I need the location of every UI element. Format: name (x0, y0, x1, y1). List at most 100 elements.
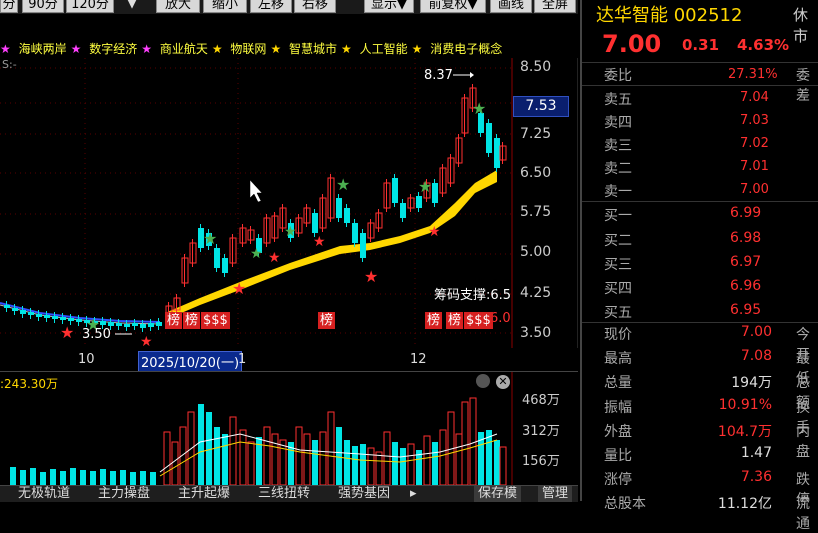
candlestick-chart[interactable]: ★ ★ ★ ★ ★ ★ ★ ★ ★ ★ ★ ★ ★ ★ (0, 58, 578, 348)
tab-manage[interactable]: 管理 (538, 486, 573, 502)
concept-tag[interactable]: 智慧城市 (289, 42, 337, 56)
volume-bar (120, 470, 126, 485)
volume-bar (206, 412, 212, 485)
volume-bar (439, 429, 447, 485)
tab-qiangshi[interactable]: 强势基因 (338, 486, 390, 502)
volume-bar (70, 468, 76, 485)
candle (416, 196, 422, 208)
bang-badge[interactable]: 榜 (446, 312, 464, 329)
bang-label: 榜 (427, 313, 441, 328)
volume-bar (279, 439, 287, 485)
sell-level-label: 卖二 (604, 161, 632, 177)
price-change-pct: 4.63% (737, 36, 790, 54)
buy-level-price[interactable]: 6.95 (730, 302, 761, 318)
candle (352, 223, 358, 243)
buy-level-price[interactable]: 6.98 (730, 230, 761, 246)
sell-level-price[interactable]: 7.02 (740, 136, 769, 151)
dollar-badge[interactable]: $$$ (201, 312, 230, 329)
concept-tag[interactable]: 数字经济 (89, 42, 137, 56)
bang-badge[interactable]: 榜 (318, 312, 336, 329)
date-axis-label: 10 (78, 352, 95, 367)
price-change: 0.31 (682, 36, 720, 54)
zoom-out-button[interactable]: 缩小 (203, 0, 247, 13)
red-star-icon: ★ (140, 334, 153, 348)
bang-badge[interactable]: 榜 (425, 312, 443, 329)
volume-bar (40, 472, 46, 485)
bang-badge[interactable]: 榜 (183, 312, 201, 329)
buy-level-price[interactable]: 6.99 (730, 205, 761, 221)
volume-bar (494, 440, 500, 485)
stat-label-right: 内盘 (796, 424, 810, 460)
sell-level-price[interactable]: 7.04 (740, 90, 769, 105)
buy-level-label: 买三 (604, 257, 632, 273)
move-left-button[interactable]: 左移 (250, 0, 292, 13)
candle (44, 315, 50, 318)
bang-badge[interactable]: 榜 (165, 312, 183, 329)
concept-tag[interactable]: 物联网 (230, 42, 266, 56)
period-90min-button[interactable]: 90分 (22, 0, 64, 13)
fullscreen-button[interactable]: 全屏 (534, 0, 576, 13)
buy-level-price[interactable]: 6.97 (730, 254, 761, 270)
indicator-tabs: 无极轨道 主力操盘 主升起爆 三线扭转 强势基因 ▸ 保存模 管理 (0, 485, 578, 502)
tab-zhuli[interactable]: 主力操盘 (98, 486, 150, 502)
concept-tag[interactable]: 人工智能 (360, 42, 408, 56)
star-icon: ★ (341, 42, 352, 56)
volume-bar (461, 401, 469, 485)
display-dropdown-button[interactable]: 显示▼ (364, 0, 414, 13)
buy-level-price[interactable]: 6.96 (730, 278, 761, 294)
volume-bar (295, 426, 303, 485)
stat-value: 1.47 (740, 445, 772, 461)
sell-level-label: 卖四 (604, 115, 632, 131)
stat-label: 总股本 (604, 496, 646, 512)
red-star-icon: ★ (60, 323, 74, 342)
buy-level-label: 买一 (604, 208, 632, 224)
volume-chart[interactable] (0, 372, 578, 485)
sell-level-price[interactable]: 7.00 (740, 182, 769, 197)
candle (52, 316, 58, 319)
volume-bar (423, 435, 431, 485)
volume-bar (140, 471, 146, 485)
green-star-icon: ★ (418, 177, 432, 196)
candle (336, 198, 342, 218)
sell-level-price[interactable]: 7.03 (740, 113, 769, 128)
period-dropdown-icon[interactable]: ▼ (118, 0, 146, 13)
tab-more-icon[interactable]: ▸ (410, 486, 417, 502)
tab-wuji[interactable]: 无极轨道 (18, 486, 70, 502)
tab-sanxian[interactable]: 三线扭转 (258, 486, 310, 502)
bang-label: 榜 (185, 313, 199, 328)
stat-label: 总量 (604, 375, 632, 391)
candle (28, 312, 34, 315)
candle (156, 322, 162, 326)
stat-value: 7.08 (740, 348, 772, 364)
period-120min-button[interactable]: 120分 (66, 0, 114, 13)
dollar-badge[interactable]: $$$ (464, 312, 493, 329)
move-right-button[interactable]: 右移 (294, 0, 336, 13)
volume-bar (263, 426, 271, 485)
red-star-icon: ★ (313, 234, 326, 250)
tab-zhusheng[interactable]: 主升起爆 (178, 486, 230, 502)
candle (4, 305, 10, 308)
volume-bar (469, 397, 477, 485)
draw-line-button[interactable]: 画线 (490, 0, 532, 13)
bang-label: 榜 (167, 313, 181, 328)
star-icon: ★ (70, 42, 82, 56)
volume-bar (80, 470, 86, 485)
stat-label: 现价 (604, 327, 632, 343)
tab-save-template[interactable]: 保存模 (474, 486, 522, 502)
stat-value: 7.00 (740, 324, 772, 340)
red-star-icon: ★ (364, 267, 378, 286)
adjust-dropdown-button[interactable]: 前复权▼ (420, 0, 486, 13)
star-icon: ★ (411, 42, 423, 56)
concept-tag[interactable]: 消费电子概念 (430, 42, 502, 56)
volume-bar (247, 441, 255, 485)
sell-level-label: 卖三 (604, 138, 632, 154)
price-axis-label: 7.25 (520, 126, 552, 142)
volume-bar (239, 429, 247, 485)
concept-tag[interactable]: 海峡两岸 (19, 42, 67, 56)
concept-tag[interactable]: 商业航天 (160, 42, 208, 56)
zoom-in-button[interactable]: 放大 (156, 0, 200, 13)
volume-bar (130, 472, 136, 485)
period-minute-button[interactable]: 分 (0, 0, 18, 13)
sell-level-price[interactable]: 7.01 (740, 159, 769, 174)
volume-bar (432, 442, 438, 485)
